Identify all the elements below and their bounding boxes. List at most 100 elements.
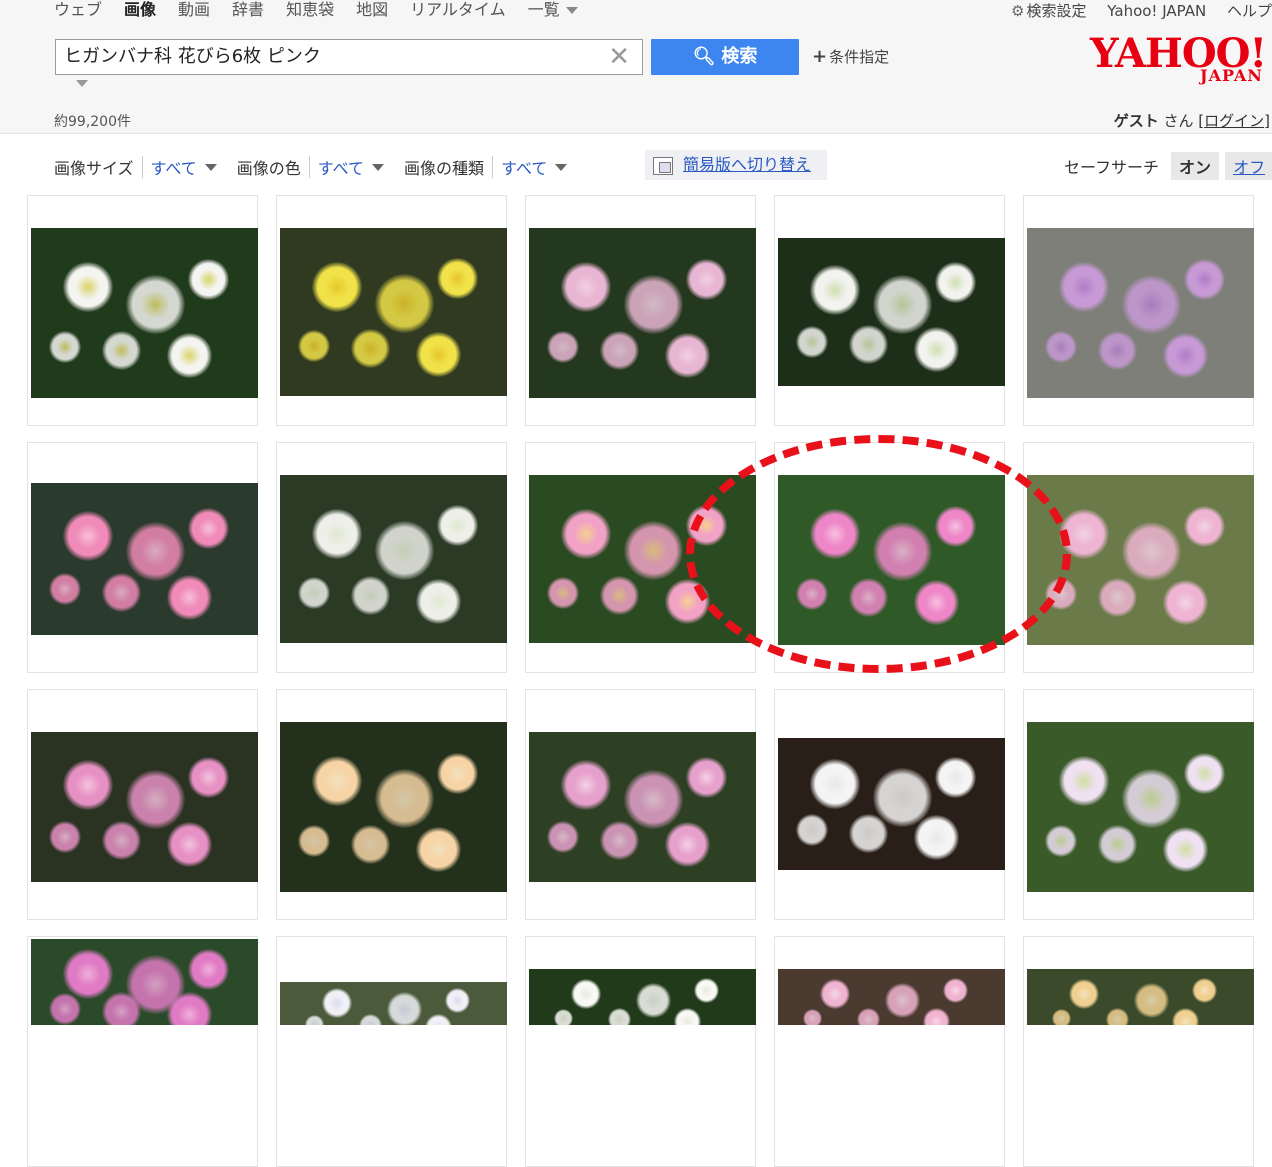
image-result-cell[interactable] [27, 442, 258, 673]
nav-item-dictionary[interactable]: 辞書 [232, 0, 264, 20]
flower-shape [1098, 578, 1137, 617]
nav-item-video[interactable]: 動画 [178, 0, 210, 20]
color-filter-value[interactable]: すべて [318, 155, 364, 179]
logo-sub: JAPAN [1200, 66, 1263, 85]
image-thumbnail[interactable] [529, 969, 756, 1025]
image-result-cell[interactable] [276, 936, 507, 1167]
flower-shape [188, 508, 229, 549]
image-thumbnail[interactable] [778, 969, 1005, 1025]
image-thumbnail[interactable] [31, 228, 258, 398]
image-thumbnail[interactable] [778, 238, 1005, 386]
image-thumbnail[interactable] [280, 475, 507, 643]
switch-view-icon [653, 156, 673, 175]
nav-item-image[interactable]: 画像 [124, 0, 156, 20]
conditions-link[interactable]: + 条件指定 [812, 46, 889, 67]
size-filter-value[interactable]: すべて [151, 155, 197, 179]
flower-shape [796, 326, 828, 358]
flower-shape [49, 993, 81, 1025]
image-thumbnail[interactable] [280, 228, 507, 396]
flower-shape [849, 325, 888, 364]
image-thumbnail[interactable] [529, 228, 756, 398]
flower-shape [1052, 1009, 1071, 1025]
flower-shape [803, 1009, 822, 1025]
image-result-cell[interactable] [1023, 936, 1254, 1167]
flower-shape [167, 822, 212, 867]
flower-shape [935, 757, 976, 798]
image-thumbnail[interactable] [529, 732, 756, 882]
guest-close: ] [1264, 112, 1270, 130]
safesearch-off[interactable]: オフ [1225, 152, 1272, 180]
image-result-cell[interactable] [276, 442, 507, 673]
image-result-cell[interactable] [1023, 689, 1254, 920]
image-thumbnail[interactable] [1027, 969, 1254, 1025]
simple-mode-label: 簡易版へ切り替え [683, 155, 812, 174]
image-result-cell[interactable] [525, 689, 756, 920]
image-thumbnail[interactable] [280, 722, 507, 892]
flower-shape [49, 821, 81, 853]
image-result-cell[interactable] [276, 195, 507, 426]
flower-shape [636, 983, 671, 1018]
image-thumbnail[interactable] [31, 939, 258, 1025]
flower-shape [126, 522, 185, 581]
image-result-cell[interactable] [1023, 195, 1254, 426]
image-result-cell[interactable] [525, 936, 756, 1167]
chevron-down-icon[interactable] [204, 163, 217, 171]
nav-item-chiebukuro[interactable]: 知恵袋 [286, 0, 334, 20]
flower-shape [437, 505, 478, 546]
flower-shape [102, 331, 141, 370]
image-result-cell[interactable] [774, 936, 1005, 1167]
flower-shape [608, 1008, 631, 1025]
login-link[interactable]: ログイン [1204, 112, 1264, 130]
flower-shape [298, 577, 330, 609]
flower-shape [600, 821, 639, 860]
flower-shape [1059, 756, 1109, 806]
type-filter-value[interactable]: すべて [501, 155, 547, 179]
flower-shape [935, 262, 976, 303]
yahoo-logo[interactable]: YAHOO! JAPAN [1090, 30, 1272, 88]
simple-mode-link[interactable]: 簡易版へ切り替え [645, 150, 827, 180]
flower-shape [600, 576, 639, 615]
image-thumbnail[interactable] [31, 732, 258, 882]
flower-shape [1184, 753, 1225, 794]
flower-shape [167, 992, 212, 1025]
image-result-cell[interactable] [276, 689, 507, 920]
nav-item-realtime[interactable]: リアルタイム [410, 0, 506, 20]
flower-shape [298, 825, 330, 857]
image-thumbnail[interactable] [1027, 722, 1254, 892]
flower-shape [188, 259, 229, 300]
image-result-cell[interactable] [774, 689, 1005, 920]
flower-shape [1122, 275, 1181, 334]
flower-shape [49, 573, 81, 605]
image-result-cell[interactable] [525, 195, 756, 426]
search-settings-label: 検索設定 [1026, 2, 1087, 20]
chevron-down-icon[interactable] [555, 163, 568, 171]
image-result-cell[interactable] [27, 936, 258, 1167]
nav-item-list[interactable]: 一覧 [528, 0, 600, 20]
search-button[interactable]: 🔍︎ 検索 [651, 39, 799, 75]
flower-shape [571, 979, 601, 1009]
nav-item-map[interactable]: 地図 [356, 0, 388, 20]
flower-shape [665, 822, 710, 867]
image-result-cell[interactable] [27, 195, 258, 426]
image-thumbnail[interactable] [778, 738, 1005, 870]
flower-shape [1045, 825, 1077, 857]
nav-item-web[interactable]: ウェブ [54, 0, 102, 20]
flower-shape [810, 265, 860, 315]
image-result-cell[interactable] [774, 195, 1005, 426]
flower-shape [1163, 827, 1208, 872]
chevron-down-icon[interactable] [372, 163, 385, 171]
yahoo-japan-link[interactable]: Yahoo! JAPAN [1107, 2, 1206, 20]
image-thumbnail[interactable] [31, 483, 258, 635]
image-result-cell[interactable] [27, 689, 258, 920]
search-settings-link[interactable]: ⚙ 検索設定 [1011, 2, 1086, 20]
guest-name: ゲスト [1113, 112, 1159, 130]
search-input[interactable]: ヒガンバナ科 花びら6枚 ピンク ✕ [55, 39, 643, 75]
safesearch-on[interactable]: オン [1171, 152, 1220, 180]
flower-shape [624, 275, 683, 334]
image-thumbnail[interactable] [1027, 228, 1254, 398]
image-thumbnail[interactable] [280, 982, 507, 1025]
chevron-down-icon[interactable] [76, 80, 88, 87]
safesearch-label: セーフサーチ [1064, 158, 1160, 177]
close-icon[interactable]: ✕ [608, 40, 630, 74]
help-link[interactable]: ヘルプ [1227, 2, 1272, 20]
